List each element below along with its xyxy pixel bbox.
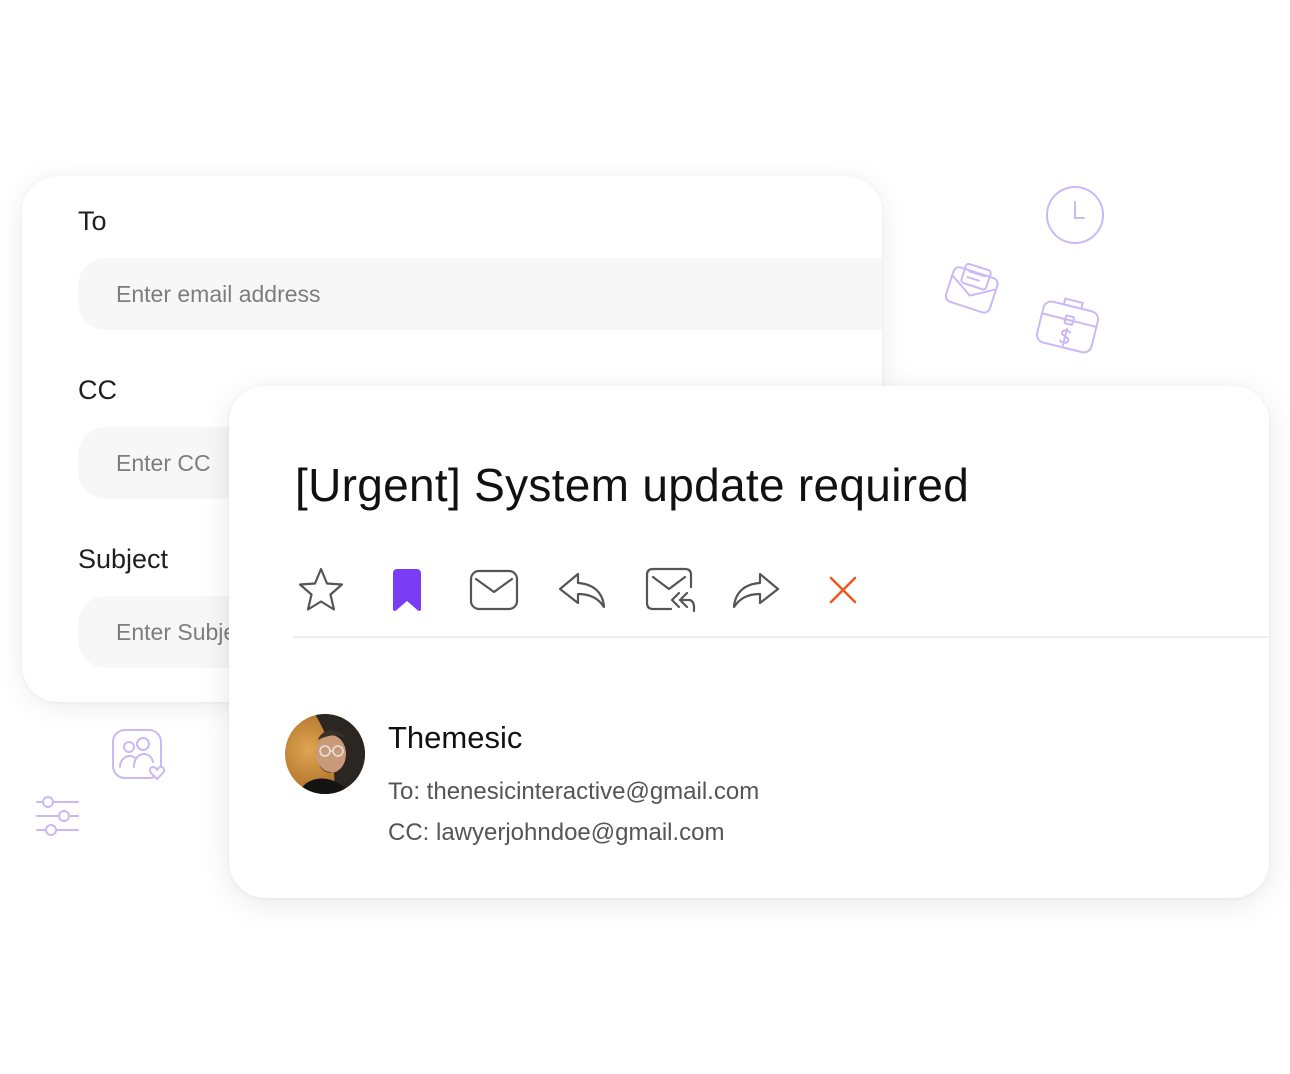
mail-icon bbox=[469, 569, 519, 611]
sender-cc: CC: lawyerjohndoe@gmail.com bbox=[388, 819, 725, 846]
star-button[interactable] bbox=[293, 562, 349, 618]
bookmark-icon bbox=[393, 569, 421, 611]
cc-label: CC bbox=[78, 375, 117, 405]
forward-icon bbox=[732, 572, 780, 609]
close-icon bbox=[829, 576, 857, 604]
subject-label: Subject bbox=[78, 544, 169, 574]
avatar[interactable] bbox=[285, 714, 365, 794]
forward-button[interactable] bbox=[728, 562, 784, 618]
reply-all-button[interactable] bbox=[642, 562, 698, 618]
envelope-icon bbox=[944, 262, 999, 314]
delete-button[interactable] bbox=[815, 562, 871, 618]
to-input[interactable] bbox=[78, 258, 882, 330]
users-heart-icon bbox=[112, 729, 166, 780]
reply-all-icon bbox=[645, 567, 696, 613]
briefcase-dollar-icon bbox=[1035, 297, 1100, 354]
star-icon bbox=[298, 567, 344, 611]
email-card: [Urgent] System update required Themesic… bbox=[229, 386, 1269, 898]
email-subject: [Urgent] System update required bbox=[295, 459, 970, 511]
mark-unread-button[interactable] bbox=[466, 562, 522, 618]
sender-to: To: thenesicinteractive@gmail.com bbox=[388, 778, 760, 805]
sliders-icon bbox=[36, 796, 79, 836]
toolbar-divider bbox=[293, 636, 1269, 638]
reply-icon bbox=[558, 572, 606, 609]
bookmark-button[interactable] bbox=[379, 562, 435, 618]
clock-icon bbox=[1046, 186, 1104, 244]
sender-name: Themesic bbox=[388, 720, 523, 755]
reply-button[interactable] bbox=[554, 562, 610, 618]
to-label: To bbox=[78, 206, 107, 236]
